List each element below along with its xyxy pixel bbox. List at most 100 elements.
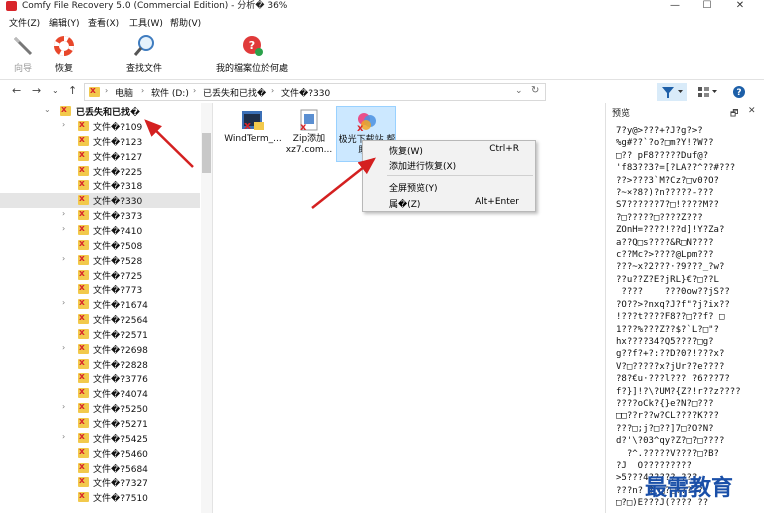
tree-item[interactable]: › x 文件�?5425 <box>0 431 200 446</box>
tree-item[interactable]: › x 文件�?528 <box>0 253 200 268</box>
ctx-properties[interactable]: 属�(Z) Alt+Enter <box>363 195 535 210</box>
svg-text:x: x <box>300 122 307 132</box>
expand-chevron-icon[interactable]: › <box>62 343 65 352</box>
tree-item[interactable]: x 文件�?4074 <box>0 386 200 401</box>
tree-item[interactable]: x 文件�?773 <box>0 282 200 297</box>
close-preview-icon[interactable]: ✕ <box>748 106 756 116</box>
up-arrow-icon[interactable]: ↑ <box>68 84 77 97</box>
tree-item[interactable]: x 文件�?330 <box>0 193 200 209</box>
folder-icon: x <box>78 254 89 265</box>
file-item[interactable]: x Zip添加 xz7.com... <box>279 106 339 162</box>
pin-icon[interactable]: 🗗 <box>730 106 738 122</box>
tree-item[interactable]: › x 文件�?1674 <box>0 297 200 312</box>
folder-icon: x <box>78 239 89 250</box>
folder-icon: x <box>78 269 89 280</box>
tree-item-label: 文件�?123 <box>93 137 143 148</box>
folder-icon: x <box>78 298 89 310</box>
tree-item[interactable]: › x 文件�?109 <box>0 119 200 134</box>
expand-chevron-icon[interactable]: › <box>62 402 65 411</box>
tree-item[interactable]: x 文件�?2564 <box>0 312 200 327</box>
preview-line: 1???%???Z??$?`L?□"? <box>616 324 719 335</box>
tree-item[interactable]: x 文件�?225 <box>0 164 200 179</box>
ctx-fullscreen-preview[interactable]: 全屏预览(Y) <box>363 179 535 194</box>
folder-icon: x <box>78 313 89 325</box>
tree-item[interactable]: x 文件�?7327 <box>0 475 200 490</box>
ctx-add-to-recovery[interactable]: 添加进行恢复(X) <box>363 157 535 172</box>
preview-line: g??f?+?:??D?0?!???x? <box>616 349 725 360</box>
tree-item[interactable]: › x 文件�?410 <box>0 223 200 238</box>
tree-item[interactable]: x 文件�?508 <box>0 238 200 253</box>
tree-item[interactable]: x 文件�?5684 <box>0 461 200 476</box>
expand-chevron-icon[interactable]: › <box>62 120 65 129</box>
tree-item[interactable]: x 文件�?2828 <box>0 357 200 372</box>
minimize-button[interactable]: — <box>660 0 690 12</box>
wizard-button[interactable]: 向导 <box>8 34 38 74</box>
address-bar[interactable]: x › 电脑 › 软件 (D:) › 已丢失和已找� › 文件�?330 ⌄ ↻ <box>84 83 546 101</box>
folder-icon: x <box>78 224 89 235</box>
tree-item[interactable]: x 文件�?5271 <box>0 416 200 431</box>
find-file-button[interactable]: 查找文件 <box>118 34 170 74</box>
back-arrow-icon[interactable]: ← <box>12 84 21 97</box>
where-are-my-files-button[interactable]: ? 我的檔案位於何處 <box>208 34 296 74</box>
tree-item-label: 文件�?7510 <box>93 494 148 505</box>
maximize-button[interactable]: ☐ <box>692 0 722 12</box>
preview-line: ?~×?8?)?n?????-??? <box>616 188 714 199</box>
help-icon[interactable]: ? <box>731 83 747 101</box>
address-dropdown-icon[interactable]: ⌄ <box>515 86 523 96</box>
magnifier-icon <box>133 35 154 56</box>
preview-panel: 预览 🗗 ✕ 7?y@>???+?J?g?>? %g#??`?o?□m?Y!?W?… <box>605 103 764 513</box>
menu-divider <box>387 175 533 176</box>
expand-chevron-icon[interactable]: › <box>62 254 65 263</box>
menu-view[interactable]: 查看(X) <box>88 16 119 29</box>
tree-item[interactable]: x 文件�?725 <box>0 268 200 283</box>
preview-line: ?□?????□????Z??? <box>616 212 703 223</box>
tree-item[interactable]: › x 文件�?373 <box>0 208 200 223</box>
tree-item[interactable]: x 文件�?5460 <box>0 446 200 461</box>
file-item[interactable]: x WindTerm_... <box>223 106 283 162</box>
breadcrumb-lost-found[interactable]: 已丢失和已找� <box>203 86 266 99</box>
scrollbar-thumb[interactable] <box>202 133 211 173</box>
close-button[interactable]: ✕ <box>725 0 755 12</box>
tree-item[interactable]: x 文件�?7510 <box>0 490 200 505</box>
menu-edit[interactable]: 编辑(Y) <box>49 16 80 29</box>
preview-line: ?O??>?nxq?J?f"?j?ix?? <box>616 299 730 310</box>
tree-item[interactable]: x 文件�?318 <box>0 178 200 193</box>
tree-item-label: 文件�?5460 <box>93 449 148 460</box>
expand-chevron-icon[interactable]: › <box>62 224 65 233</box>
breadcrumb-drive[interactable]: 软件 (D:) <box>151 86 189 99</box>
folder-icon: x <box>78 283 89 295</box>
forward-arrow-icon[interactable]: → <box>32 84 41 97</box>
preview-line: f?}]!?\?UM?{Z?!r??z???? <box>616 386 741 397</box>
refresh-icon[interactable]: ↻ <box>531 85 539 96</box>
tree-item[interactable]: › x 文件�?2698 <box>0 342 200 357</box>
preview-line: ?8?€u·???l??? ?6???7? <box>616 374 730 385</box>
svg-text:?: ? <box>249 39 255 52</box>
menu-tools[interactable]: 工具(W) <box>129 16 163 29</box>
history-chevron-icon[interactable]: ⌄ <box>52 86 59 95</box>
menu-help[interactable]: 帮助(V) <box>170 16 201 29</box>
tree-item[interactable]: x 文件�?127 <box>0 149 200 164</box>
tree-item[interactable]: x 文件�?123 <box>0 134 200 149</box>
svg-text:x: x <box>357 123 364 133</box>
preview-line: ???~x?2???·?9???_?w? <box>616 262 725 273</box>
expand-chevron-icon[interactable]: › <box>62 432 65 441</box>
breadcrumb-current-folder[interactable]: 文件�?330 <box>281 86 330 99</box>
breadcrumb-computer[interactable]: 电脑 <box>115 86 133 99</box>
tree-item[interactable]: x 文件�?2571 <box>0 327 200 342</box>
tree-root-label: 已丢失和已找� <box>76 108 141 118</box>
tree-item[interactable]: › x 文件�?5250 <box>0 401 200 416</box>
ctx-recover[interactable]: 恢复(W) Ctrl+R <box>363 142 535 157</box>
menu-file[interactable]: 文件(Z) <box>9 16 40 29</box>
tree-root-lost-found[interactable]: ⌄ x 已丢失和已找� <box>0 104 200 119</box>
tree-scrollbar[interactable] <box>201 103 212 513</box>
expand-chevron-icon[interactable]: › <box>62 209 65 218</box>
expand-chevron-icon[interactable]: › <box>62 298 65 307</box>
tree-item[interactable]: x 文件�?3776 <box>0 371 200 386</box>
recover-button[interactable]: 恢复 <box>48 34 80 74</box>
window-title: Comfy File Recovery 5.0 (Commercial Edit… <box>22 1 288 11</box>
filter-icon[interactable] <box>657 83 687 101</box>
folder-icon: x <box>78 358 89 369</box>
view-mode-icon[interactable] <box>694 83 720 101</box>
collapse-chevron-icon[interactable]: ⌄ <box>44 105 51 114</box>
preview-line: %g#??`?o?□m?Y!?W?? <box>616 138 714 149</box>
